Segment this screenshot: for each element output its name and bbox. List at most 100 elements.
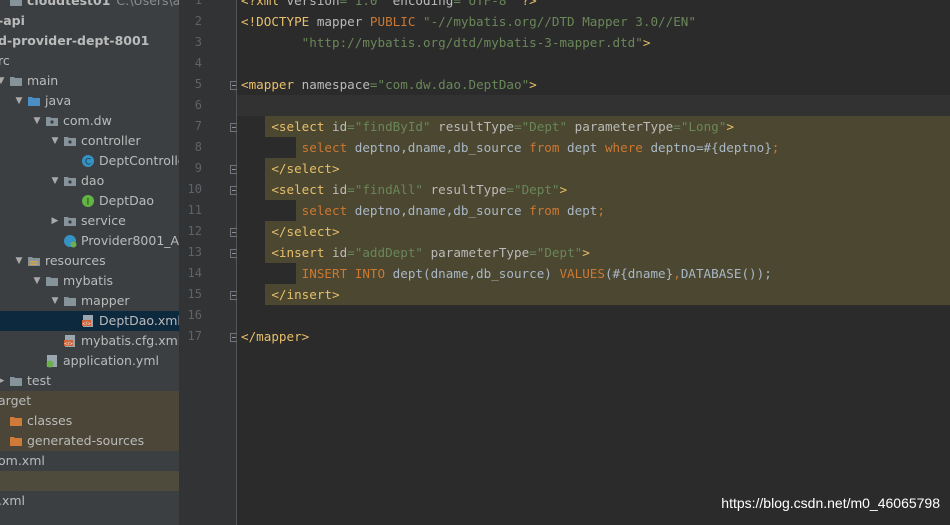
tree-item[interactable]: ▼ dao <box>0 171 179 191</box>
code-token: ; <box>771 140 780 155</box>
tree-item-label: application.yml <box>63 353 159 368</box>
line-number: 15 <box>187 287 202 301</box>
code-token: ="addDept" <box>347 245 431 260</box>
code-token: version <box>286 0 340 8</box>
code-line[interactable]: </select> <box>237 221 950 242</box>
code-token: ="UTF-8" <box>453 0 514 8</box>
tree-item-label: dao <box>81 173 105 188</box>
line-number-gutter: 1 2 3 4 5 6 7 8 9 10 11 12 13 14 15 16 17 <box>180 0 238 525</box>
code-token: deptno,dname,db_source <box>354 140 530 155</box>
chevron-down-icon[interactable]: ▼ <box>14 91 24 111</box>
tree-item[interactable]: om.xml <box>0 451 179 471</box>
tree-item[interactable]: ▼ com.dw <box>0 111 179 131</box>
tree-item-label: classes <box>27 413 73 428</box>
code-line[interactable] <box>237 95 950 116</box>
code-token: parameterType <box>430 245 530 260</box>
resources-folder-icon <box>27 254 41 268</box>
tree-item[interactable]: application.yml <box>0 351 179 371</box>
code-token: ="findAll" <box>347 182 431 197</box>
tree-item[interactable]: C DeptController <box>0 151 179 171</box>
line-number: 5 <box>194 77 202 91</box>
code-token: </select> <box>241 161 340 176</box>
code-line[interactable]: <select id="findAll" resultType="Dept"> <box>237 179 950 200</box>
code-token: , <box>673 266 681 281</box>
code-line[interactable]: <insert id="addDept" parameterType="Dept… <box>237 242 950 263</box>
tree-item-label: mybatis.cfg.xml <box>81 333 180 348</box>
code-token: DATABASE()); <box>680 266 772 281</box>
code-line[interactable]: </select> <box>237 158 950 179</box>
tree-item-label: cloudtest01 <box>27 0 111 8</box>
code-line[interactable]: <?xml version="1.0" encoding="UTF-8" ?> <box>237 0 950 11</box>
tree-item[interactable]: </> DeptDao.xml <box>0 311 179 331</box>
tree-item[interactable]: ▼ resources <box>0 251 179 271</box>
tree-item[interactable]: ▶ test <box>0 371 179 391</box>
tree-item[interactable]: Provider8001_App <box>0 231 179 251</box>
tree-item-label: .xml <box>0 493 26 508</box>
folder-icon <box>9 374 23 388</box>
chevron-right-icon[interactable]: ▶ <box>50 211 60 231</box>
chevron-right-icon[interactable]: ▶ <box>0 371 6 391</box>
tree-item[interactable]: ▼ main <box>0 71 179 91</box>
tree-item[interactable] <box>0 471 179 491</box>
tree-item[interactable]: .xml <box>0 491 179 511</box>
tree-item[interactable]: generated-sources <box>0 431 179 451</box>
code-token: <!DOCTYPE <box>241 14 317 29</box>
code-token: from <box>529 203 568 218</box>
chevron-down-icon[interactable]: ▼ <box>0 71 6 91</box>
tree-item[interactable]: rc <box>0 51 179 71</box>
code-editor[interactable]: <?xml version="1.0" encoding="UTF-8" ?> <… <box>237 0 950 525</box>
code-token: select <box>241 203 355 218</box>
code-token: ; <box>597 203 605 218</box>
xml-file-icon: </> <box>81 314 95 328</box>
tree-item-label: DeptDao.xml <box>99 313 180 328</box>
tree-item[interactable]: d-provider-dept-8001 <box>0 31 179 51</box>
code-token: dept <box>567 203 598 218</box>
code-line[interactable]: </insert> <box>237 284 950 305</box>
code-token: INSERT INTO <box>241 266 393 281</box>
tree-item[interactable]: I DeptDao <box>0 191 179 211</box>
code-token: encoding <box>392 0 454 8</box>
code-token: dept <box>567 140 605 155</box>
code-token: resultType <box>430 182 507 197</box>
code-line[interactable]: INSERT INTO dept(dname,db_source) VALUES… <box>237 263 950 284</box>
code-line[interactable]: <!DOCTYPE mapper PUBLIC "-//mybatis.org/… <box>237 11 950 32</box>
code-line[interactable]: select deptno,dname,db_source from dept … <box>237 137 950 158</box>
tree-item-label: om.xml <box>0 453 45 468</box>
excluded-folder-icon <box>9 434 23 448</box>
code-token: </insert> <box>241 287 340 302</box>
package-icon <box>63 174 77 188</box>
tree-item[interactable]: arget <box>0 391 179 411</box>
tree-item[interactable]: cloudtest01 C:\Users\admin\De <box>0 0 179 11</box>
tree-item[interactable]: ▼ controller <box>0 131 179 151</box>
code-line[interactable]: "http://mybatis.org/dtd/mybatis-3-mapper… <box>237 32 950 53</box>
code-token: select <box>241 140 355 155</box>
code-line[interactable] <box>237 53 950 74</box>
chevron-down-icon[interactable]: ▼ <box>50 171 60 191</box>
language-injection-highlight <box>265 284 950 305</box>
code-line[interactable] <box>237 305 950 326</box>
code-token: namespace <box>301 77 370 92</box>
code-line[interactable]: <mapper namespace="com.dw.dao.DeptDao"> <box>237 74 950 95</box>
chevron-down-icon[interactable]: ▼ <box>50 131 60 151</box>
tree-item[interactable]: ▼ mapper <box>0 291 179 311</box>
chevron-down-icon[interactable]: ▼ <box>50 291 60 311</box>
chevron-down-icon[interactable]: ▼ <box>14 251 24 271</box>
code-line[interactable]: <select id="findById" resultType="Dept" … <box>237 116 950 137</box>
line-number: 8 <box>194 140 202 154</box>
tree-item[interactable]: </> mybatis.cfg.xml <box>0 331 179 351</box>
code-token: (#{dname} <box>604 266 674 281</box>
tree-item[interactable]: ▼ mybatis <box>0 271 179 291</box>
tree-item[interactable]: classes <box>0 411 179 431</box>
code-line[interactable]: </mapper> <box>237 326 950 347</box>
chevron-down-icon[interactable]: ▼ <box>32 111 42 131</box>
tree-item-label: d-provider-dept-8001 <box>0 33 150 48</box>
source-folder-icon <box>27 94 41 108</box>
chevron-down-icon[interactable]: ▼ <box>32 271 42 291</box>
tree-item[interactable]: -api <box>0 11 179 31</box>
code-token: mapper <box>316 14 370 29</box>
tree-item[interactable]: ▶ service <box>0 211 179 231</box>
code-token: > <box>559 182 568 197</box>
project-tree-panel[interactable]: cloudtest01 C:\Users\admin\De -api d-provid… <box>0 0 180 525</box>
code-line[interactable]: select deptno,dname,db_source from dept; <box>237 200 950 221</box>
tree-item[interactable]: ▼ java <box>0 91 179 111</box>
